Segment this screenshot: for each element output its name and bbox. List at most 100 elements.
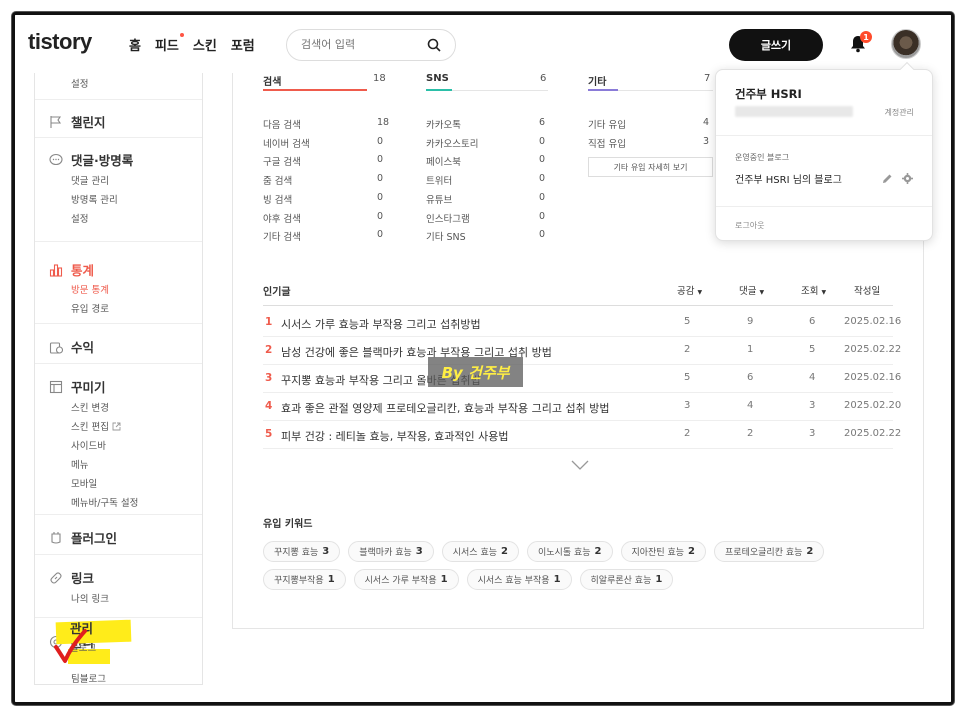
table-row[interactable]: 5 피부 건강 : 레티놀 효능, 부작용, 효과적인 사용법 2 2 3 2025.02… — [263, 421, 901, 449]
sort-views-header[interactable]: 조회 ▼ — [801, 283, 826, 297]
keyword-tag[interactable]: 이노시톨 효능 2 — [526, 541, 613, 562]
sidebar-section-design: 꾸미기 스킨 변경 스킨 편집 사이드바 메뉴 모바일 메뉴바/구독 설정 — [35, 364, 202, 515]
sidebar-item-settings[interactable]: 설정 — [71, 76, 88, 90]
screenshot-frame: tistory 홈 피드 스킨 포럼 글쓰기 1 설정 챌린지 — [12, 12, 954, 705]
inflow-row-value: 3 — [703, 135, 710, 147]
account-manage-link[interactable]: 계정관리 — [885, 107, 914, 118]
sidebar-title-design[interactable]: 꾸미기 — [49, 377, 106, 396]
table-row[interactable]: 2 남성 건강에 좋은 블랙마카 효능과 부작용 그리고 섭취 방법 2 1 5 2025… — [263, 337, 901, 365]
sidebar-item-skin-edit[interactable]: 스킨 편집 — [71, 419, 121, 433]
sidebar-item-mobile[interactable]: 모바일 — [71, 476, 97, 490]
etc-detail-button[interactable]: 기타 유입 자세히 보기 — [588, 157, 713, 177]
inflow-etc-title: 기타 — [588, 77, 607, 88]
inflow-row: 야후 검색 0 — [263, 211, 383, 225]
post-title[interactable]: 피부 건강 : 레티놀 효능, 부작용, 효과적인 사용법 — [281, 428, 508, 444]
sidebar-item-team-blog[interactable]: 팀블로그 — [71, 671, 106, 685]
sidebar-item-guestbook-manage[interactable]: 방명록 관리 — [71, 192, 118, 206]
sort-likes-header[interactable]: 공감 ▼ — [677, 283, 702, 297]
table-row[interactable]: 3 꾸지뽕 효능과 부작용 그리고 올바른 섭취법 5 6 4 2025.02.16 — [263, 365, 901, 393]
keyword-tag[interactable]: 히알루론산 효능 1 — [579, 569, 674, 590]
chevron-down-icon[interactable] — [571, 459, 589, 471]
bar-chart-icon — [49, 263, 63, 277]
avatar[interactable] — [891, 29, 921, 59]
inflow-row-label: 구글 검색 — [263, 157, 301, 169]
sidebar-item-menubar-subscribe[interactable]: 메뉴바/구독 설정 — [71, 495, 138, 509]
sns-underline-rest — [452, 90, 548, 91]
post-comments: 1 — [747, 344, 754, 355]
post-date: 2025.02.20 — [844, 400, 902, 411]
post-comments: 2 — [747, 428, 754, 439]
keyword-tag[interactable]: 지아잔틴 효능 2 — [620, 541, 707, 562]
keyword-tag[interactable]: 꾸지뽕부작용 1 — [263, 569, 346, 590]
external-link-icon — [112, 422, 121, 431]
post-views: 3 — [809, 400, 816, 411]
sidebar-title-stats[interactable]: 통계 — [49, 260, 94, 279]
nav-home[interactable]: 홈 — [129, 35, 141, 54]
inflow-row-value: 0 — [539, 191, 546, 203]
sidebar-item-my-links[interactable]: 나의 링크 — [71, 591, 109, 605]
sidebar-item-visit-stats[interactable]: 방문 통계 — [71, 282, 109, 296]
keyword-tag[interactable]: 프로테오글리칸 효능 2 — [714, 541, 825, 562]
pencil-icon[interactable] — [882, 173, 893, 184]
gear-icon[interactable] — [902, 173, 913, 184]
write-button[interactable]: 글쓰기 — [729, 29, 823, 61]
keyword-tag[interactable]: 블랙마카 효능 3 — [348, 541, 434, 562]
sidebar-item-menu[interactable]: 메뉴 — [71, 457, 88, 471]
inflow-row-label: 기타 유입 — [588, 120, 626, 131]
sidebar-title-revenue[interactable]: 수익 — [49, 337, 94, 356]
keyword-tag-count: 2 — [594, 546, 602, 557]
keyword-tag-count: 2 — [501, 546, 508, 557]
sidebar-item-inflow-path[interactable]: 유입 경로 — [71, 301, 109, 315]
table-row[interactable]: 1 시서스 가루 효능과 부작용 그리고 섭취방법 5 9 6 2025.02.16 — [263, 309, 901, 337]
sidebar-title-challenge[interactable]: 챌린지 — [49, 112, 106, 131]
search-input[interactable] — [301, 38, 411, 51]
sidebar-section-link: 링크 나의 링크 — [35, 555, 202, 618]
inflow-row: 유튜브 0 — [426, 192, 545, 206]
inflow-row-value: 0 — [539, 210, 546, 222]
sidebar-title-label: 꾸미기 — [71, 380, 106, 395]
sidebar-title-link[interactable]: 링크 — [49, 568, 94, 587]
layout-icon — [49, 380, 63, 393]
search-icon[interactable] — [427, 38, 441, 52]
inflow-row: 기타 유입 4 — [588, 117, 709, 131]
blog-name-link[interactable]: 건주부 HSRI 님의 블로그 — [735, 171, 842, 186]
keyword-tag[interactable]: 시서스 효능 부작용 1 — [466, 569, 572, 590]
tistory-logo[interactable]: tistory — [28, 29, 92, 55]
sidebar-title-comments[interactable]: 댓글·방명록 — [49, 150, 133, 169]
post-title[interactable]: 시서스 가루 효능과 부작용 그리고 섭취방법 — [281, 316, 481, 332]
inflow-row-label: 줌 검색 — [263, 176, 293, 188]
inflow-row-label: 빙 검색 — [263, 194, 293, 206]
post-views: 3 — [809, 428, 816, 439]
inflow-row-value: 4 — [703, 117, 710, 128]
top-bar: tistory 홈 피드 스킨 포럼 글쓰기 1 — [15, 15, 951, 75]
inflow-row-label: 페이스북 — [426, 157, 461, 169]
post-comments: 6 — [747, 372, 754, 383]
inflow-row: 직접 유입 3 — [588, 136, 709, 150]
etc-underline — [588, 89, 618, 91]
keyword-tag-count: 1 — [440, 574, 448, 585]
keyword-tag-label: 히알루론산 효능 — [590, 576, 652, 586]
sort-views-label: 조회 — [801, 286, 819, 297]
keyword-tag-count: 1 — [553, 574, 561, 585]
post-title[interactable]: 효과 좋은 관절 영양제 프로테오글리칸, 효능과 부작용 그리고 섭취 방법 — [281, 400, 609, 416]
logout-link[interactable]: 로그아웃 — [735, 220, 764, 231]
keyword-tag-count: 2 — [688, 546, 696, 557]
keyword-tag-label: 시서스 효능 — [452, 548, 498, 558]
sidebar-title-plugin[interactable]: 플러그인 — [49, 528, 117, 547]
keyword-tag[interactable]: 시서스 효능 2 — [441, 541, 519, 562]
keyword-tag[interactable]: 시서스 가루 부작용 1 — [353, 569, 459, 590]
nav-feed[interactable]: 피드 — [155, 33, 184, 54]
keyword-tag[interactable]: 꾸지뽕 효능 3 — [263, 541, 341, 562]
sort-comments-header[interactable]: 댓글 ▼ — [739, 283, 764, 297]
sidebar-item-sidebar[interactable]: 사이드바 — [71, 438, 106, 452]
inflow-sns-title: SNS — [426, 73, 449, 84]
table-row[interactable]: 4 효과 좋은 관절 영양제 프로테오글리칸, 효능과 부작용 그리고 섭취 방법… — [263, 393, 901, 421]
nav-forum[interactable]: 포럼 — [231, 35, 255, 54]
red-checkmark-icon — [54, 629, 87, 663]
sidebar-item-comment-manage[interactable]: 댓글 관리 — [71, 173, 109, 187]
nav-skin[interactable]: 스킨 — [193, 35, 217, 54]
sidebar-item-comment-settings[interactable]: 설정 — [71, 211, 88, 225]
sidebar-item-skin-change[interactable]: 스킨 변경 — [71, 400, 109, 414]
inflow-row: 트위터 0 — [426, 173, 545, 187]
post-date: 2025.02.16 — [844, 316, 902, 327]
